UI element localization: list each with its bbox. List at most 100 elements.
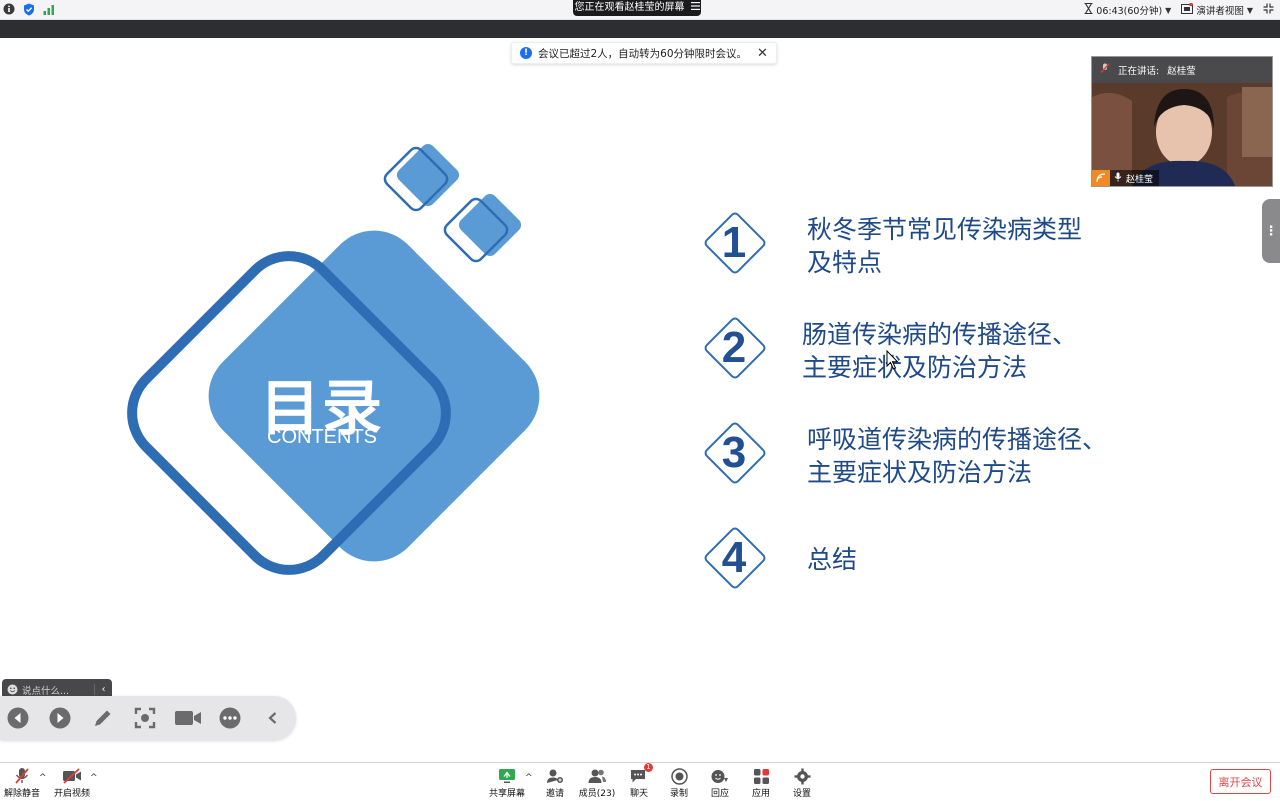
unmute-button[interactable]: 解除静音 [0,766,44,800]
mic-icon [1114,172,1122,185]
menu-icon[interactable] [690,0,700,16]
chevron-down-icon[interactable]: ▼ [1165,6,1171,15]
signal-icon[interactable] [42,2,56,16]
notice-text: 会议已超过2人，自动转为60分钟限时会议。 [538,47,748,60]
pen-icon[interactable] [91,706,115,730]
close-icon[interactable]: ✕ [757,46,768,61]
participants-button[interactable]: 成员(23) [575,766,619,800]
mic-muted-icon [1100,63,1110,77]
chevron-down-icon[interactable]: ▼ [1247,6,1253,15]
next-slide-icon[interactable] [48,706,72,730]
settings-label: 设置 [792,789,811,799]
share-screen-label: 共享屏幕 [488,789,525,799]
toc-text: 秋冬季节常见传染病类型 及特点 [807,213,1082,279]
prev-slide-icon[interactable] [6,706,30,730]
start-video-button[interactable]: 开启视频 [50,766,94,800]
reaction-icon [710,766,730,786]
info-icon: ! [520,47,532,59]
toc-item-3: 3 呼吸道传染病的传播途径、 主要症状及防治方法 [700,419,1140,489]
participants-label: 成员(23) [578,789,616,799]
toc-number: 4 [721,533,747,582]
toc-number: 2 [721,323,747,372]
record-icon [669,766,689,786]
share-banner-text: 您正在观看赵桂莹的屏幕 [574,2,685,13]
top-bar: 您正在观看赵桂莹的屏幕 06:43(60分钟) ▼ 演讲者视图 ▼ [0,0,1280,20]
shield-icon[interactable] [22,2,36,16]
emoji-icon[interactable] [2,684,22,695]
share-screen-icon [497,766,517,786]
slide-control-bar [0,696,296,740]
video-off-icon [62,766,82,786]
shared-slide: 目录 CONTENTS 1 秋冬季节常见传染病类型 及特点 2 肠道传染病的传播… [0,38,1280,762]
leave-meeting-button[interactable]: 离开会议 [1210,769,1271,794]
speaker-name: 赵桂莹 [1167,66,1196,77]
speaker-view-icon [1181,2,1194,17]
start-video-label: 开启视频 [53,789,90,799]
share-banner[interactable]: 您正在观看赵桂莹的屏幕 [573,0,701,16]
invite-button[interactable]: 邀请 [533,766,577,800]
toc-line: 主要症状及防治方法 [802,353,1028,382]
chat-badge: 1 [644,763,653,772]
tile-name: 赵桂莹 [1126,174,1154,185]
chevron-up-icon[interactable]: ^ [525,773,533,783]
toc-text: 呼吸道传染病的传播途径、 主要症状及防治方法 [807,423,1107,489]
toc-text: 总结 [807,543,857,576]
toc-item-1: 1 秋冬季节常见传染病类型 及特点 [700,209,1140,279]
reactions-button[interactable]: 回应 [698,766,742,800]
camera-icon[interactable] [174,706,202,730]
screenshot-icon[interactable] [133,706,157,730]
chat-icon: 1 [629,763,653,786]
speaker-header: 正在讲话: 赵桂莹 [1092,57,1272,83]
apps-button[interactable]: 应用 [739,766,783,800]
toc-item-2: 2 肠道传染病的传播途径、 主要症状及防治方法 [700,314,1140,384]
info-icon[interactable] [2,2,16,16]
settings-button[interactable]: 设置 [780,766,824,800]
timer-text: 06:43(60分钟) [1096,6,1163,17]
invite-label: 邀请 [545,789,564,799]
unmute-label: 解除静音 [3,789,40,799]
speaker-footer: 赵桂莹 [1092,170,1160,186]
toc-line: 秋冬季节常见传染病类型 [807,215,1083,244]
toc-subtitle: CONTENTS [267,426,377,448]
speaker-video-tile[interactable]: 正在讲话: 赵桂莹 赵桂莹 [1091,56,1273,187]
toc-line: 及特点 [807,248,883,277]
invite-user-icon [545,766,565,786]
collapse-arrow-icon[interactable]: ‹ [94,684,112,695]
record-button[interactable]: 录制 [657,766,701,800]
limit-notice: ! 会议已超过2人，自动转为60分钟限时会议。 ✕ [511,42,777,64]
toc-text: 肠道传染病的传播途径、 主要症状及防治方法 [802,318,1077,384]
toc-line: 肠道传染病的传播途径、 [802,320,1078,349]
meeting-window: 您正在观看赵桂莹的屏幕 06:43(60分钟) ▼ 演讲者视图 ▼ 目录 CON… [0,0,1280,801]
reactions-label: 回应 [710,789,729,799]
hourglass-icon [1084,2,1093,17]
gear-icon [792,766,812,786]
view-mode-text: 演讲者视图 [1196,6,1244,17]
fullscreen-exit-icon[interactable] [1263,3,1274,17]
chat-label: 聊天 [629,789,648,799]
toc-line: 主要症状及防治方法 [807,458,1033,487]
side-panel-handle[interactable]: ⋮ [1262,199,1280,263]
toc-line: 呼吸道传染病的传播途径、 [807,425,1108,454]
toc-number: 1 [721,218,747,267]
record-label: 录制 [669,789,688,799]
top-left-icons [2,2,56,16]
more-icon[interactable] [218,706,242,730]
dark-band [0,20,1280,38]
mouse-cursor-icon [886,350,899,370]
collapse-icon[interactable] [261,706,285,730]
meeting-toolbar: 解除静音 ^ 开启视频 ^ 共享屏幕 ^ 邀请 成员(23) 1 聊天 录制 回… [0,762,1280,801]
slide-graphic [127,143,766,589]
chat-button[interactable]: 1 聊天 [617,763,661,800]
participants-icon [587,766,607,786]
view-mode-dropdown[interactable]: 演讲者视图 ▼ [1181,2,1253,17]
toc-line: 总结 [807,545,858,574]
chevron-up-icon[interactable]: ^ [90,773,98,783]
share-screen-button[interactable]: 共享屏幕 [485,766,529,800]
chevron-up-icon[interactable]: ^ [39,773,47,783]
apps-icon [751,766,771,786]
top-right-controls: 06:43(60分钟) ▼ 演讲者视图 ▼ [1084,2,1274,18]
comment-placeholder: 说点什么... [22,685,70,697]
meeting-timer[interactable]: 06:43(60分钟) ▼ [1084,2,1171,17]
speaking-label: 正在讲话: [1118,66,1160,77]
small-diamond-2 [443,193,522,263]
